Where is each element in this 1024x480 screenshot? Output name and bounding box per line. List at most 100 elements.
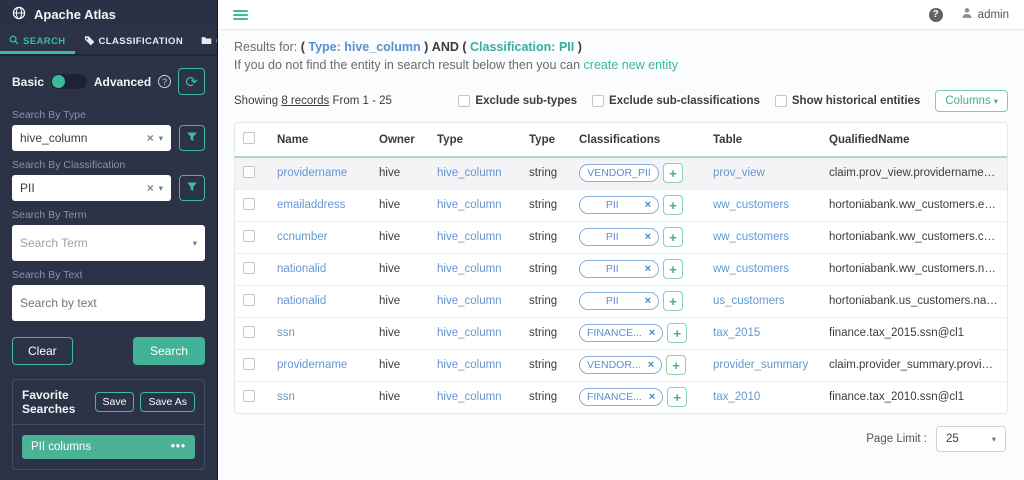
classification-tag[interactable]: FINANCE... × — [579, 388, 663, 406]
entity-name-link[interactable]: providername — [277, 359, 347, 371]
classification-tag[interactable]: PII × — [579, 196, 659, 214]
entity-type-link[interactable]: hive_column — [437, 359, 502, 371]
classification-select-input[interactable] — [20, 181, 147, 195]
remove-classification-icon[interactable]: × — [645, 263, 651, 275]
row-checkbox[interactable] — [243, 198, 255, 210]
exclude-subtypes-checkbox[interactable] — [458, 95, 470, 107]
show-historical-checkbox[interactable] — [775, 95, 787, 107]
tab-classification[interactable]: CLASSIFICATION — [75, 29, 193, 54]
page-limit-select[interactable]: 25 ▾ — [936, 426, 1006, 452]
help-icon[interactable]: ? — [929, 8, 943, 22]
type-caret-icon[interactable]: ▾ — [159, 133, 163, 144]
row-checkbox[interactable] — [243, 166, 255, 178]
filter-icon — [186, 131, 198, 146]
entity-type-link[interactable]: hive_column — [437, 263, 502, 275]
clear-type-icon[interactable]: × — [147, 131, 154, 145]
classification-tag[interactable]: PII × — [579, 292, 659, 310]
exclude-subtypes-option[interactable]: Exclude sub-types — [458, 95, 577, 107]
entity-name-link[interactable]: providername — [277, 167, 347, 179]
classification-tag[interactable]: VENDOR... × — [579, 356, 662, 374]
classification-tag[interactable]: FINANCE... × — [579, 324, 663, 342]
text-search-input[interactable] — [20, 296, 197, 310]
table-link[interactable]: tax_2010 — [713, 391, 760, 403]
row-checkbox[interactable] — [243, 230, 255, 242]
remove-classification-icon[interactable]: × — [645, 231, 651, 243]
entity-type-link[interactable]: hive_column — [437, 295, 502, 307]
tab-search[interactable]: SEARCH — [0, 29, 75, 54]
classification-tag[interactable]: PII × — [579, 260, 659, 278]
clear-button[interactable]: Clear — [12, 337, 73, 365]
select-all-checkbox[interactable] — [243, 132, 255, 144]
create-new-entity-link[interactable]: create new entity — [584, 58, 679, 72]
save-button[interactable]: Save — [95, 392, 135, 412]
app-window: Apache Atlas SEARCH CLASSIFICATION GLOSS… — [0, 0, 1024, 480]
user-menu[interactable]: admin — [961, 7, 1009, 22]
entity-type-link[interactable]: hive_column — [437, 199, 502, 211]
term-select[interactable]: Search Term ▾ — [12, 225, 205, 261]
remove-classification-icon[interactable]: × — [649, 391, 655, 403]
row-checkbox[interactable] — [243, 358, 255, 370]
entity-name-link[interactable]: nationalid — [277, 263, 326, 275]
add-classification-button[interactable]: + — [663, 227, 683, 247]
favorite-options-icon[interactable]: ••• — [171, 441, 186, 453]
advanced-help-icon[interactable]: ? — [158, 75, 171, 88]
term-caret-icon[interactable]: ▾ — [193, 238, 197, 249]
add-classification-button[interactable]: + — [667, 323, 687, 343]
columns-dropdown-button[interactable]: Columns▾ — [935, 90, 1008, 112]
remove-classification-icon[interactable]: × — [645, 199, 651, 211]
entity-type-link[interactable]: hive_column — [437, 327, 502, 339]
entity-type-link[interactable]: hive_column — [437, 391, 502, 403]
table-link[interactable]: ww_customers — [713, 263, 789, 275]
exclude-subclassifications-option[interactable]: Exclude sub-classifications — [592, 95, 760, 107]
row-checkbox[interactable] — [243, 294, 255, 306]
entity-name-link[interactable]: emailaddress — [277, 199, 345, 211]
classification-caret-icon[interactable]: ▾ — [159, 183, 163, 194]
classification-tag[interactable]: PII × — [579, 228, 659, 246]
type-select-input[interactable] — [20, 131, 147, 145]
records-link[interactable]: 8 records — [281, 95, 329, 107]
refresh-button[interactable]: ⟳ — [178, 68, 205, 95]
classification-attribute-filter-button[interactable] — [179, 175, 205, 201]
remove-classification-icon[interactable]: × — [648, 359, 654, 371]
add-classification-button[interactable]: + — [667, 387, 687, 407]
classification-tag[interactable]: VENDOR_PII × — [579, 164, 659, 182]
classification-label: VENDOR_PII — [587, 167, 651, 179]
entity-type-link[interactable]: hive_column — [437, 231, 502, 243]
menu-icon[interactable] — [233, 8, 248, 22]
remove-classification-icon[interactable]: × — [649, 327, 655, 339]
add-classification-button[interactable]: + — [663, 291, 683, 311]
entity-type-link[interactable]: hive_column — [437, 167, 502, 179]
entity-name-link[interactable]: nationalid — [277, 295, 326, 307]
search-button[interactable]: Search — [133, 337, 205, 365]
type-attribute-filter-button[interactable] — [179, 125, 205, 151]
type-token: Type: hive_column — [308, 40, 420, 54]
row-checkbox[interactable] — [243, 390, 255, 402]
save-as-button[interactable]: Save As — [140, 392, 195, 412]
datatype-cell: string — [529, 295, 557, 307]
table-link[interactable]: tax_2015 — [713, 327, 760, 339]
favorite-search-item[interactable]: PII columns ••• — [22, 435, 195, 459]
add-classification-button[interactable]: + — [666, 355, 686, 375]
add-classification-button[interactable]: + — [663, 163, 683, 183]
add-classification-button[interactable]: + — [663, 195, 683, 215]
clear-classification-icon[interactable]: × — [147, 181, 154, 195]
entity-name-link[interactable]: ssn — [277, 391, 295, 403]
table-link[interactable]: ww_customers — [713, 199, 789, 211]
show-historical-option[interactable]: Show historical entities — [775, 95, 920, 107]
classification-select[interactable]: × ▾ — [12, 175, 171, 201]
tab-glossary[interactable]: GLOSSARY — [192, 29, 218, 54]
exclude-subclassifications-checkbox[interactable] — [592, 95, 604, 107]
table-link[interactable]: ww_customers — [713, 231, 789, 243]
remove-classification-icon[interactable]: × — [645, 295, 651, 307]
type-select[interactable]: × ▾ — [12, 125, 171, 151]
table-link[interactable]: us_customers — [713, 295, 785, 307]
table-link[interactable]: prov_view — [713, 167, 765, 179]
entity-name-link[interactable]: ccnumber — [277, 231, 328, 243]
entity-name-link[interactable]: ssn — [277, 327, 295, 339]
row-checkbox[interactable] — [243, 262, 255, 274]
row-checkbox[interactable] — [243, 326, 255, 338]
text-search-box[interactable] — [12, 285, 205, 321]
add-classification-button[interactable]: + — [663, 259, 683, 279]
basic-advanced-toggle[interactable] — [51, 74, 87, 89]
table-link[interactable]: provider_summary — [713, 359, 808, 371]
